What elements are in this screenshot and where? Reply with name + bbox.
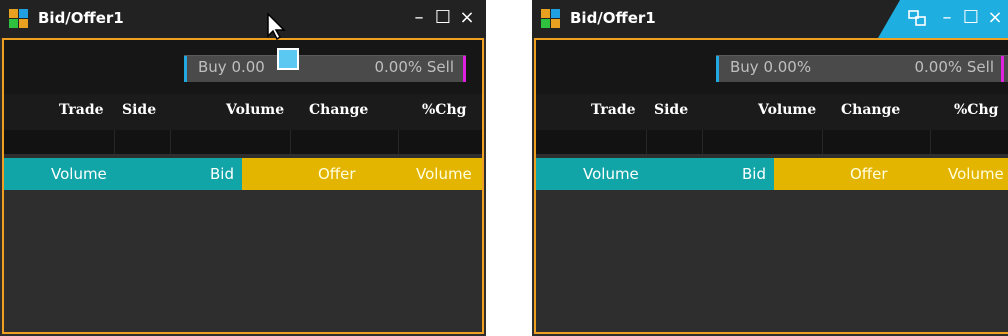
col-trade[interactable]: Trade	[59, 102, 104, 118]
col-change[interactable]: Change	[841, 102, 900, 118]
col-side[interactable]: Side	[122, 102, 156, 118]
window-title: Bid/Offer1	[570, 9, 656, 27]
window-frame: Buy 0.00% 0.00% Sell Trade Side Volume C…	[534, 38, 1008, 334]
bid-volume-label: Volume	[583, 165, 639, 183]
col-trade[interactable]: Trade	[591, 102, 636, 118]
bid-volume-label: Volume	[51, 165, 107, 183]
title-bar[interactable]: Bid/Offer1 – ☐ ×	[532, 0, 1008, 38]
bid-label: Bid	[742, 165, 766, 183]
table-row[interactable]	[4, 130, 482, 154]
buy-percent: Buy 0.00%	[730, 58, 812, 76]
window-title: Bid/Offer1	[38, 9, 124, 27]
buy-percent: Buy 0.00	[198, 58, 265, 76]
column-header-row: Trade Side Volume Change %Chg	[536, 94, 1008, 130]
buy-indicator	[716, 56, 719, 82]
table-row[interactable]	[536, 130, 1008, 154]
bid-offer-header: Volume Bid Offer Volume	[4, 158, 482, 190]
dock-icon[interactable]	[908, 10, 926, 26]
close-button[interactable]: ×	[456, 6, 478, 30]
bid-section	[4, 158, 242, 190]
offer-volume-label: Volume	[948, 165, 1004, 183]
summary-row: Buy 0.00% 0.00% Sell	[536, 40, 1008, 94]
maximize-button[interactable]: ☐	[960, 6, 982, 30]
bid-label: Bid	[210, 165, 234, 183]
bid-offer-window: Bid/Offer1 – ☐ × Buy 0.00 0.00% Sell Tra…	[0, 0, 486, 336]
bid-offer-window-docked: Bid/Offer1 – ☐ × Buy 0.00% 0.00% Sell Tr…	[532, 0, 1008, 336]
minimize-button[interactable]: –	[936, 6, 958, 30]
buy-sell-ratio-bar: Buy 0.00 0.00% Sell	[184, 55, 466, 82]
col-volume[interactable]: Volume	[758, 102, 816, 118]
col-side[interactable]: Side	[654, 102, 688, 118]
window-frame: Buy 0.00 0.00% Sell Trade Side Volume Ch…	[2, 38, 484, 334]
col-pct-change[interactable]: %Chg	[954, 102, 998, 118]
offer-label: Offer	[850, 165, 888, 183]
app-icon	[541, 9, 561, 29]
col-pct-change[interactable]: %Chg	[422, 102, 466, 118]
sell-percent: 0.00% Sell	[374, 58, 454, 76]
sell-percent: 0.00% Sell	[914, 58, 994, 76]
minimize-button[interactable]: –	[408, 6, 430, 30]
summary-row: Buy 0.00 0.00% Sell	[4, 40, 482, 94]
drag-handle-icon[interactable]	[277, 48, 299, 70]
app-icon	[9, 9, 29, 29]
offer-volume-label: Volume	[416, 165, 472, 183]
offer-label: Offer	[318, 165, 356, 183]
column-header-row: Trade Side Volume Change %Chg	[4, 94, 482, 130]
maximize-button[interactable]: ☐	[432, 6, 454, 30]
bid-offer-header: Volume Bid Offer Volume	[536, 158, 1008, 190]
buy-indicator	[184, 56, 187, 82]
mouse-cursor-icon	[267, 12, 286, 40]
bid-section	[536, 158, 774, 190]
sell-indicator	[1001, 56, 1004, 82]
col-change[interactable]: Change	[309, 102, 368, 118]
close-button[interactable]: ×	[984, 6, 1006, 30]
col-volume[interactable]: Volume	[226, 102, 284, 118]
sell-indicator	[463, 56, 466, 82]
title-bar[interactable]: Bid/Offer1 – ☐ ×	[0, 0, 486, 38]
buy-sell-ratio-bar: Buy 0.00% 0.00% Sell	[716, 55, 1008, 82]
